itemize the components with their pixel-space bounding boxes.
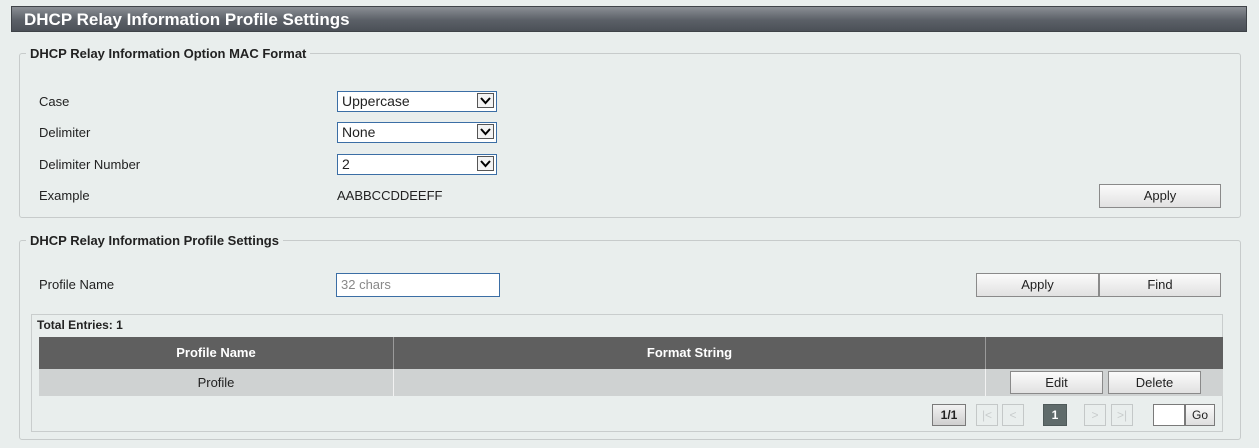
delete-button[interactable]: Delete <box>1108 371 1201 394</box>
pagination-bar: 1/1 |< < 1 > >| Go <box>39 396 1223 429</box>
mac-format-apply-button[interactable]: Apply <box>1099 184 1221 208</box>
cell-profile-name: Profile <box>197 375 235 390</box>
go-button[interactable]: Go <box>1185 404 1215 426</box>
total-entries: Total Entries: 1 <box>37 318 123 332</box>
case-label: Case <box>39 94 70 109</box>
edit-button[interactable]: Edit <box>1010 371 1103 394</box>
page-info: 1/1 <box>932 404 966 426</box>
delimiter-number-select-value: 2 <box>342 156 350 172</box>
case-select[interactable]: Uppercase <box>337 91 497 112</box>
profile-name-label: Profile Name <box>39 277 115 292</box>
chevron-down-icon <box>477 124 494 139</box>
profile-find-button[interactable]: Find <box>1099 273 1221 297</box>
delimiter-select-value: None <box>342 124 376 140</box>
first-page-button[interactable]: |< <box>976 404 998 426</box>
current-page-button[interactable]: 1 <box>1043 404 1067 426</box>
mac-format-legend: DHCP Relay Information Option MAC Format <box>30 46 307 61</box>
table-header: Profile Name Format String <box>39 337 1223 369</box>
col-header-format-string: Format String <box>646 345 733 360</box>
profile-name-input[interactable]: 32 chars <box>336 273 500 297</box>
profile-legend: DHCP Relay Information Profile Settings <box>30 233 279 248</box>
delimiter-number-label: Delimiter Number <box>39 157 141 172</box>
chevron-down-icon <box>477 93 494 108</box>
delimiter-label: Delimiter <box>39 125 91 140</box>
mac-format-section: DHCP Relay Information Option MAC Format <box>19 46 1241 218</box>
case-select-value: Uppercase <box>342 93 410 109</box>
table-row: Profile Edit Delete <box>39 369 1223 396</box>
col-header-profile-name: Profile Name <box>176 345 256 360</box>
last-page-button[interactable]: >| <box>1111 404 1133 426</box>
delimiter-number-select[interactable]: 2 <box>337 154 497 175</box>
go-page-input[interactable] <box>1153 404 1185 426</box>
delimiter-select[interactable]: None <box>337 122 497 143</box>
col-header-actions <box>986 337 1223 369</box>
next-page-button[interactable]: > <box>1084 404 1106 426</box>
example-value: AABBCCDDEEFF <box>337 188 443 203</box>
profile-apply-button[interactable]: Apply <box>976 273 1099 297</box>
example-label: Example <box>39 188 90 203</box>
page-title: DHCP Relay Information Profile Settings <box>11 6 1247 32</box>
chevron-down-icon <box>477 156 494 171</box>
prev-page-button[interactable]: < <box>1002 404 1024 426</box>
cell-format-string <box>394 369 985 396</box>
